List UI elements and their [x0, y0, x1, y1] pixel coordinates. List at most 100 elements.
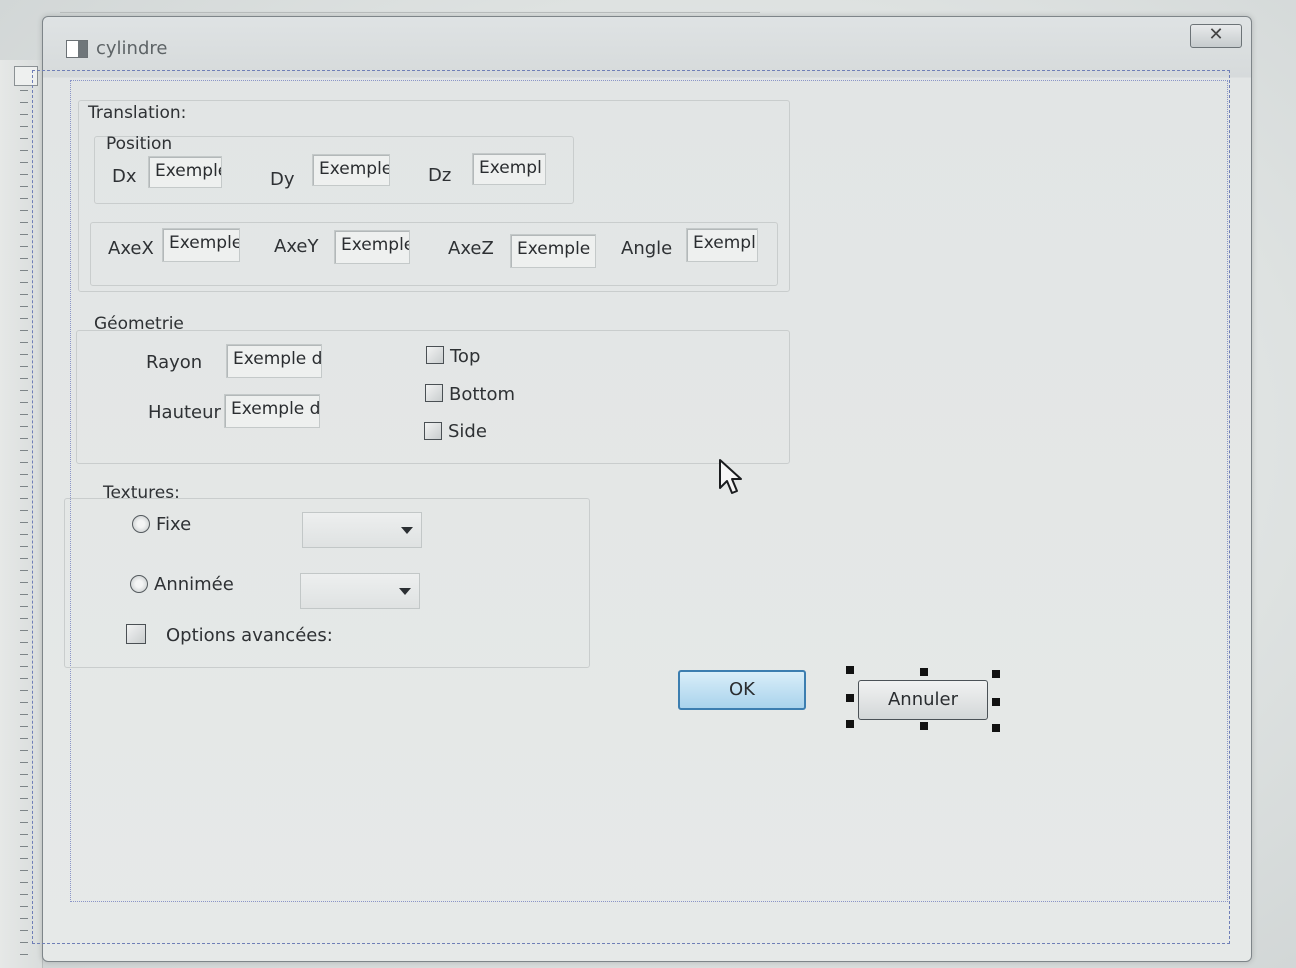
fixe-dropdown[interactable]	[302, 512, 422, 548]
ruler-tick	[20, 102, 28, 103]
axey-input[interactable]: Exemple	[334, 230, 410, 264]
ruler-tick	[20, 90, 28, 91]
ruler-tick	[20, 258, 28, 259]
options-avancees-checkbox[interactable]	[126, 624, 146, 644]
selection-handle[interactable]	[846, 694, 854, 702]
chevron-down-icon	[401, 527, 413, 534]
mouse-cursor-icon	[719, 459, 742, 494]
translation-label: Translation:	[88, 103, 187, 123]
axez-input[interactable]: Exemple d	[510, 234, 596, 268]
dx-input[interactable]: Exemple	[148, 156, 222, 188]
ruler-tick	[20, 870, 28, 871]
ruler-tick	[20, 474, 28, 475]
ruler-tick	[20, 426, 28, 427]
bottom-checkbox[interactable]	[425, 384, 443, 402]
ruler-tick	[20, 774, 28, 775]
ruler-tick	[20, 186, 28, 187]
ruler-tick	[20, 858, 28, 859]
ruler-tick	[20, 198, 28, 199]
ruler-tick	[20, 162, 28, 163]
ruler-tick	[20, 846, 28, 847]
ruler-tick	[20, 918, 28, 919]
ruler-tick	[20, 390, 28, 391]
ruler-tick	[20, 114, 28, 115]
angle-label: Angle	[621, 238, 673, 259]
axex-input[interactable]: Exemple	[162, 228, 240, 262]
cancel-button[interactable]: Annuler	[858, 680, 988, 720]
ruler-tick	[20, 834, 28, 835]
ruler-tick	[20, 738, 28, 739]
chevron-down-icon	[399, 588, 411, 595]
annimee-dropdown[interactable]	[300, 573, 420, 609]
ruler-tick	[20, 618, 28, 619]
ruler-tick	[20, 330, 28, 331]
ruler-tick	[20, 570, 28, 571]
ruler-tick	[20, 954, 28, 955]
side-checkbox[interactable]	[424, 422, 442, 440]
ruler-tick	[20, 642, 28, 643]
ruler-tick	[20, 762, 28, 763]
ruler-tick	[20, 210, 28, 211]
ruler-tick	[20, 906, 28, 907]
side-checkbox-label: Side	[448, 421, 487, 442]
annimee-label: Annimée	[154, 574, 234, 595]
ruler-tick	[20, 282, 28, 283]
ruler-tick	[20, 666, 28, 667]
dz-input[interactable]: Exempl	[472, 153, 546, 185]
selection-handle[interactable]	[992, 670, 1000, 678]
axez-label: AxeZ	[448, 238, 494, 259]
ruler-tick	[20, 234, 28, 235]
top-checkbox-label: Top	[450, 346, 481, 367]
ruler-tick	[20, 450, 28, 451]
fixe-label: Fixe	[156, 514, 192, 535]
top-checkbox[interactable]	[426, 346, 444, 364]
ruler-tick	[20, 342, 28, 343]
dy-input[interactable]: Exemple	[312, 154, 390, 186]
ruler-tick	[20, 894, 28, 895]
ruler-tick	[20, 522, 28, 523]
hauteur-input[interactable]: Exemple de	[224, 394, 320, 428]
ruler-tick	[20, 174, 28, 175]
ruler-tick	[20, 306, 28, 307]
ok-button[interactable]: OK	[678, 670, 806, 710]
ruler-tick	[20, 558, 28, 559]
ruler-tick	[20, 822, 28, 823]
ruler-tick	[20, 462, 28, 463]
ruler-tick	[20, 798, 28, 799]
angle-input[interactable]: Exempl	[686, 228, 758, 262]
ruler-tick	[20, 222, 28, 223]
annimee-radio[interactable]	[130, 575, 148, 593]
dz-label: Dz	[428, 165, 452, 186]
selection-handle[interactable]	[920, 722, 928, 730]
ruler-tick	[20, 246, 28, 247]
selection-handle[interactable]	[992, 698, 1000, 706]
ruler-tick	[20, 582, 28, 583]
close-button[interactable]: ✕	[1190, 24, 1242, 48]
ruler-tick	[20, 606, 28, 607]
ruler-tick	[20, 546, 28, 547]
window-icon	[66, 40, 88, 58]
ruler-tick	[20, 402, 28, 403]
ruler-tick	[20, 654, 28, 655]
selection-handle[interactable]	[846, 720, 854, 728]
ruler-tick	[20, 498, 28, 499]
background-window-edge	[60, 0, 760, 13]
ruler-tick	[20, 690, 28, 691]
ruler-tick	[20, 126, 28, 127]
ruler-tick	[20, 786, 28, 787]
fixe-radio[interactable]	[132, 515, 150, 533]
selection-handle[interactable]	[920, 668, 928, 676]
selection-handle[interactable]	[992, 724, 1000, 732]
position-label: Position	[106, 134, 173, 154]
ruler-tick	[20, 414, 28, 415]
ruler-tick	[20, 270, 28, 271]
ruler-tick	[20, 630, 28, 631]
ruler-tick	[20, 318, 28, 319]
dy-label: Dy	[270, 169, 295, 190]
rayon-input[interactable]: Exemple de	[226, 344, 322, 378]
ruler-tick	[20, 150, 28, 151]
hauteur-label: Hauteur	[148, 402, 221, 423]
ruler-tick	[20, 942, 28, 943]
ruler-tick	[20, 678, 28, 679]
selection-handle[interactable]	[846, 666, 854, 674]
